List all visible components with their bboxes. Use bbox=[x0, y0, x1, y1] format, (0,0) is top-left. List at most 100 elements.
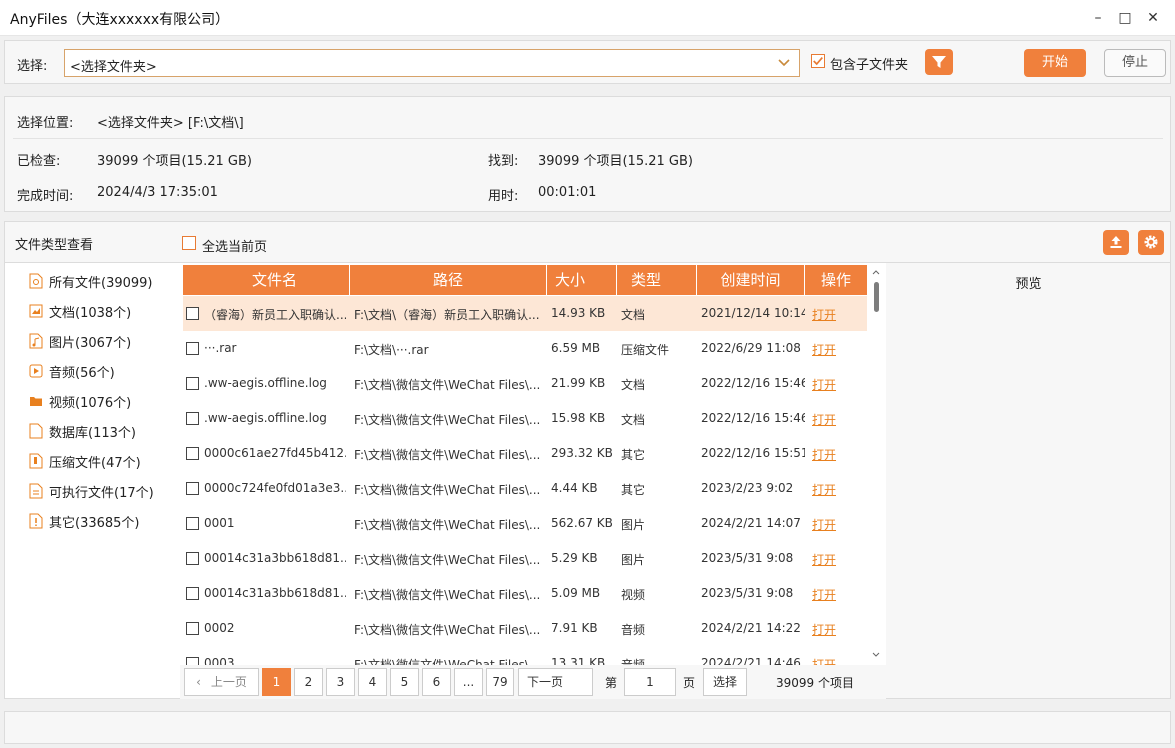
goto-page-input[interactable]: 1 bbox=[624, 668, 676, 696]
row-checkbox[interactable] bbox=[186, 447, 199, 460]
table-row[interactable]: ···.rar F:\文档\···.rar 6.59 MB 压缩文件 2022/6/29… bbox=[183, 331, 867, 366]
file-type-view-title: 文件类型查看 bbox=[15, 238, 94, 253]
open-link[interactable]: 打开 bbox=[812, 411, 852, 428]
column-header-path[interactable]: 路径 bbox=[350, 265, 547, 295]
open-link[interactable]: 打开 bbox=[812, 376, 852, 393]
table-row[interactable]: 0000c61ae27fd45b412... F:\文档\微信文件\WeChat … bbox=[183, 436, 867, 471]
cell-name: 0000c61ae27fd45b412... bbox=[204, 446, 346, 460]
gear-icon bbox=[1144, 235, 1158, 249]
sidebar-item-audio[interactable]: 音频(56个) bbox=[29, 361, 115, 381]
page-button[interactable]: 3 bbox=[326, 668, 355, 696]
sidebar-item-archive[interactable]: 压缩文件(47个) bbox=[29, 451, 141, 471]
next-page-button[interactable]: 下一页 bbox=[518, 668, 593, 696]
filter-button[interactable] bbox=[925, 49, 953, 75]
cell-size: 562.67 KB bbox=[551, 516, 613, 530]
sidebar-item-label: 压缩文件(47个) bbox=[49, 455, 141, 471]
page-button[interactable]: 2 bbox=[294, 668, 323, 696]
cell-created: 2023/5/31 9:08 bbox=[701, 586, 794, 600]
chevron-down-icon[interactable] bbox=[777, 55, 791, 69]
row-checkbox[interactable] bbox=[186, 412, 199, 425]
file-type-bar: 文件类型查看 全选当前页 bbox=[4, 221, 1171, 263]
open-link[interactable]: 打开 bbox=[812, 481, 852, 498]
cell-created: 2021/12/14 10:14 bbox=[701, 306, 805, 320]
cell-type: 其它 bbox=[621, 483, 646, 497]
folder-value: <选择文件夹> bbox=[70, 60, 157, 75]
image-icon bbox=[29, 333, 43, 349]
sidebar-item-all[interactable]: 所有文件(39099) bbox=[29, 271, 153, 291]
scroll-up-icon bbox=[872, 270, 880, 275]
table-row[interactable]: .ww-aegis.offline.log F:\文档\微信文件\WeChat F… bbox=[183, 366, 867, 401]
preview-title: 预览 bbox=[1015, 277, 1042, 292]
row-checkbox[interactable] bbox=[186, 377, 199, 390]
cell-size: 21.99 KB bbox=[551, 376, 606, 390]
cell-created: 2024/2/21 14:07 bbox=[701, 516, 801, 530]
folder-combobox[interactable]: <选择文件夹> bbox=[64, 49, 800, 77]
prev-page-button[interactable]: ‹ 上一页 bbox=[184, 668, 259, 696]
row-checkbox[interactable] bbox=[186, 307, 199, 320]
sidebar-item-label: 音频(56个) bbox=[49, 365, 115, 381]
cell-name: 00014c31a3bb618d81... bbox=[204, 551, 346, 565]
export-button[interactable] bbox=[1103, 230, 1129, 255]
row-checkbox[interactable] bbox=[186, 622, 199, 635]
sidebar-item-images[interactable]: 图片(3067个) bbox=[29, 331, 131, 351]
open-link[interactable]: 打开 bbox=[812, 586, 852, 603]
page-button[interactable]: 6 bbox=[422, 668, 451, 696]
column-header-type[interactable]: 类型 bbox=[617, 265, 697, 295]
page-button[interactable]: 1 bbox=[262, 668, 291, 696]
start-button[interactable]: 开始 bbox=[1024, 49, 1086, 77]
row-checkbox[interactable] bbox=[186, 587, 199, 600]
open-link[interactable]: 打开 bbox=[812, 446, 852, 463]
page-button[interactable]: ... bbox=[454, 668, 483, 696]
page-button[interactable]: 5 bbox=[390, 668, 419, 696]
other-icon bbox=[29, 513, 43, 529]
row-checkbox[interactable] bbox=[186, 342, 199, 355]
include-subfolders-checkbox[interactable] bbox=[811, 54, 825, 68]
cell-type: 视频 bbox=[621, 588, 646, 602]
column-header-name[interactable]: 文件名 bbox=[200, 265, 350, 295]
row-checkbox[interactable] bbox=[186, 552, 199, 565]
open-link[interactable]: 打开 bbox=[812, 341, 852, 358]
page-button[interactable]: 4 bbox=[358, 668, 387, 696]
goto-page-button[interactable]: 选择 bbox=[703, 668, 747, 696]
minimize-icon[interactable]: – bbox=[1088, 8, 1108, 28]
column-header-size[interactable]: 大小 bbox=[547, 265, 617, 295]
maximize-icon[interactable]: □ bbox=[1115, 8, 1135, 28]
sidebar-item-other[interactable]: 其它(33685个) bbox=[29, 511, 140, 531]
table-row[interactable]: 0002 F:\文档\微信文件\WeChat Files\... 7.91 KB 音频… bbox=[183, 611, 867, 646]
select-all-checkbox[interactable] bbox=[182, 236, 196, 250]
cell-name: .ww-aegis.offline.log bbox=[204, 376, 327, 390]
column-header-action: 操作 bbox=[820, 271, 851, 289]
sidebar-item-documents[interactable]: 文档(1038个) bbox=[29, 301, 131, 321]
page-button[interactable]: 79 bbox=[486, 668, 514, 696]
table-row[interactable]: 00014c31a3bb618d81... F:\文档\微信文件\WeChat F… bbox=[183, 576, 867, 611]
stop-button[interactable]: 停止 bbox=[1104, 49, 1166, 77]
open-link[interactable]: 打开 bbox=[812, 306, 852, 323]
column-header-created[interactable]: 创建时间 bbox=[697, 265, 805, 295]
document-icon bbox=[29, 304, 43, 318]
sidebar-item-label: 可执行文件(17个) bbox=[49, 485, 154, 501]
table-row[interactable]: 00014c31a3bb618d81... F:\文档\微信文件\WeChat F… bbox=[183, 541, 867, 576]
table-row[interactable]: .ww-aegis.offline.log F:\文档\微信文件\WeChat F… bbox=[183, 401, 867, 436]
cell-path: F:\文档\微信文件\WeChat Files\... bbox=[354, 413, 541, 427]
audio-icon bbox=[29, 364, 43, 378]
sidebar-item-executable[interactable]: 可执行文件(17个) bbox=[29, 481, 154, 501]
open-link[interactable]: 打开 bbox=[812, 516, 852, 533]
table-scrollbar[interactable] bbox=[870, 268, 882, 660]
cell-created: 2022/12/16 15:51 bbox=[701, 446, 805, 460]
settings-button[interactable] bbox=[1138, 230, 1164, 255]
cell-type: 文档 bbox=[621, 413, 646, 427]
cell-created: 2023/5/31 9:08 bbox=[701, 551, 794, 565]
open-link[interactable]: 打开 bbox=[812, 621, 852, 638]
table-row[interactable]: 0001 F:\文档\微信文件\WeChat Files\... 562.67 KB… bbox=[183, 506, 867, 541]
sidebar-item-video[interactable]: 视频(1076个) bbox=[29, 391, 131, 411]
sidebar-item-database[interactable]: 数据库(113个) bbox=[29, 421, 136, 441]
cell-name: 0000c724fe0fd01a3e3... bbox=[204, 481, 346, 495]
table-row[interactable]: （睿海）新员工入职确认... F:\文档\（睿海）新员工入职确认... 14.93 … bbox=[183, 296, 867, 331]
open-link[interactable]: 打开 bbox=[812, 551, 852, 568]
cell-created: 2022/12/16 15:46 bbox=[701, 376, 805, 390]
finish-time-label: 完成时间: bbox=[17, 189, 74, 204]
table-row[interactable]: 0000c724fe0fd01a3e3... F:\文档\微信文件\WeChat … bbox=[183, 471, 867, 506]
row-checkbox[interactable] bbox=[186, 517, 199, 530]
row-checkbox[interactable] bbox=[186, 482, 199, 495]
close-icon[interactable]: ✕ bbox=[1143, 8, 1163, 28]
